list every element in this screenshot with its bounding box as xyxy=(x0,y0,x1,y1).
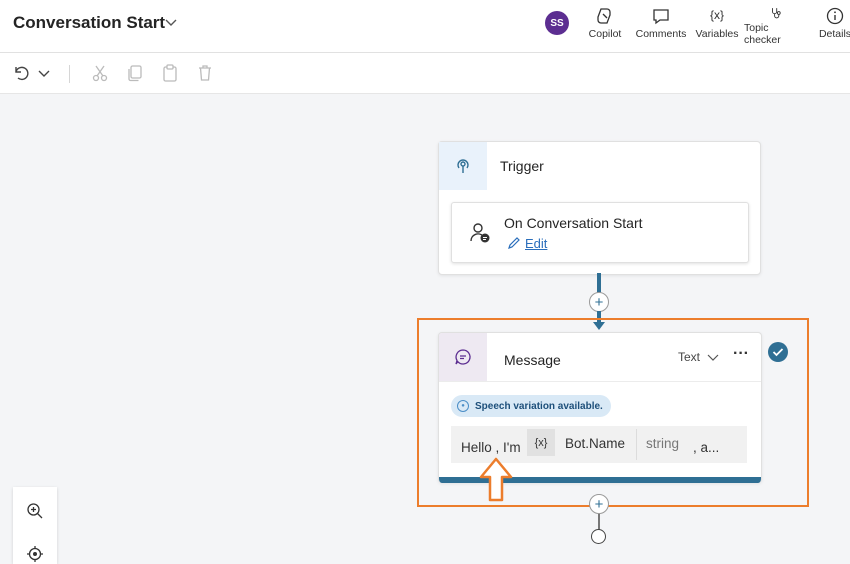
edit-link-label: Edit xyxy=(525,235,548,251)
trigger-condition-title: On Conversation Start xyxy=(504,215,643,231)
variables-icon: {x} xyxy=(709,8,724,22)
zoom-controls xyxy=(13,487,57,564)
topic-header: Conversation Start SS Copilot Comments {… xyxy=(0,0,850,53)
annotation-arrow-up-icon xyxy=(479,457,513,502)
stethoscope-icon xyxy=(772,8,781,19)
variables-button[interactable]: {x} Variables xyxy=(694,6,740,46)
trigger-icon xyxy=(457,159,469,173)
chevron-down-icon[interactable] xyxy=(162,14,180,32)
details-label: Details xyxy=(818,28,850,40)
add-node-button[interactable]: + xyxy=(589,292,609,312)
paste-icon[interactable] xyxy=(160,63,180,83)
connector-line xyxy=(597,273,601,293)
add-node-button[interactable]: + xyxy=(589,494,609,514)
comments-label: Comments xyxy=(635,28,687,40)
comments-button[interactable]: Comments xyxy=(634,6,688,46)
trigger-condition-card[interactable]: On Conversation Start Edit xyxy=(451,202,749,263)
delete-icon[interactable] xyxy=(195,63,215,83)
editor-toolbar xyxy=(0,53,850,94)
pencil-icon xyxy=(508,237,520,249)
trigger-node[interactable]: Trigger On Conversation Start Edit xyxy=(438,141,761,275)
avatar[interactable]: SS xyxy=(545,11,569,35)
copy-icon[interactable] xyxy=(125,63,145,83)
chevron-down-icon[interactable] xyxy=(34,63,54,83)
person-chat-icon xyxy=(470,223,490,243)
cut-icon[interactable] xyxy=(90,63,110,83)
trigger-label: Trigger xyxy=(500,158,544,174)
topic-checker-button[interactable]: Topic checker xyxy=(744,6,808,46)
copilot-button[interactable]: Copilot xyxy=(586,6,624,46)
variables-label: Variables xyxy=(695,28,739,40)
edit-link[interactable]: Edit xyxy=(506,235,547,251)
details-button[interactable]: Details xyxy=(816,6,850,46)
info-icon xyxy=(826,7,844,25)
copilot-label: Copilot xyxy=(588,28,622,40)
topic-title[interactable]: Conversation Start xyxy=(13,13,165,33)
copilot-icon xyxy=(597,8,611,24)
highlight-box xyxy=(417,318,809,507)
comment-icon xyxy=(653,9,669,25)
zoom-in-icon[interactable] xyxy=(26,502,44,520)
toolbar-divider xyxy=(69,65,70,83)
undo-icon[interactable] xyxy=(11,63,31,83)
trigger-icon-box xyxy=(439,142,487,190)
end-node xyxy=(591,529,606,544)
recenter-icon[interactable] xyxy=(26,545,44,563)
connector-line xyxy=(598,514,600,530)
topic-checker-label: Topic checker xyxy=(744,22,781,46)
